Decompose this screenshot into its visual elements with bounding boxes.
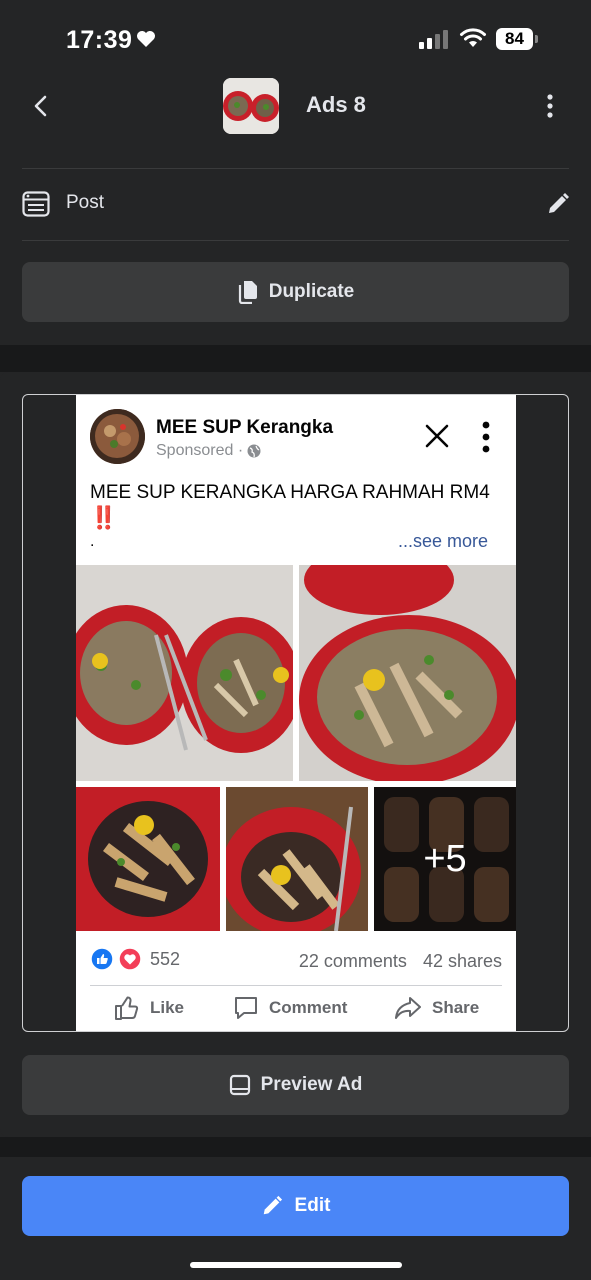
status-time: 17:39 — [66, 26, 133, 54]
comment-label: Comment — [269, 998, 348, 1017]
edit-button[interactable]: Edit — [22, 1176, 569, 1236]
avatar — [90, 409, 145, 464]
divider — [22, 240, 569, 241]
post-row[interactable]: Post — [0, 168, 591, 240]
signal-icon — [419, 30, 448, 49]
back-chevron-icon[interactable] — [28, 92, 56, 120]
more-vertical-icon[interactable] — [540, 92, 560, 120]
share-action[interactable]: Share — [394, 995, 479, 1021]
more-photos-tile[interactable]: +5 — [374, 787, 516, 931]
globe-icon — [247, 444, 261, 458]
ad-thumbnail — [223, 78, 279, 134]
heart-icon — [137, 31, 155, 47]
home-indicator[interactable] — [190, 1262, 402, 1268]
like-label: Like — [150, 998, 185, 1017]
close-icon[interactable] — [424, 423, 450, 449]
emoji: ‼️ — [90, 505, 117, 530]
love-icon — [118, 947, 142, 971]
like-icon — [90, 947, 114, 971]
wifi-icon — [460, 28, 486, 47]
reaction-count: 552 — [150, 948, 181, 969]
comments-count[interactable]: 22 comments — [299, 951, 407, 972]
preview-ad-button[interactable]: Preview Ad — [22, 1055, 569, 1115]
sponsored-label: Sponsored · — [156, 442, 261, 460]
battery-level: 84 — [496, 28, 533, 50]
post-icon — [22, 191, 50, 217]
advertiser-name: MEE SUP Kerangka — [156, 417, 334, 438]
more-vertical-icon[interactable] — [481, 421, 491, 453]
comment-icon — [235, 997, 257, 1019]
thumbs-up-icon — [115, 996, 139, 1020]
header: Ads 8 — [0, 70, 591, 142]
comment-action[interactable]: Comment — [233, 995, 347, 1021]
more-photos-count: +5 — [374, 787, 516, 931]
food-photo[interactable] — [76, 565, 293, 781]
duplicate-label: Duplicate — [268, 281, 355, 302]
food-photo[interactable] — [299, 565, 516, 781]
section-separator — [0, 345, 591, 372]
facebook-post-preview: MEE SUP Kerangka Sponsored · MEE SUP KER… — [76, 395, 516, 1031]
preview-icon — [229, 1074, 250, 1096]
divider — [90, 985, 502, 986]
engagement-stats: 22 comments 42 shares — [299, 951, 502, 972]
see-more-link[interactable]: ...see more — [398, 531, 488, 552]
section-separator — [0, 1137, 591, 1157]
reactions-summary[interactable]: 552 — [90, 947, 180, 971]
edit-label: Edit — [294, 1195, 331, 1216]
edit-icon — [263, 1195, 282, 1215]
ad-primary-text: MEE SUP KERANGKA HARGA RAHMAH RM4 — [90, 482, 490, 503]
share-label: Share — [432, 998, 480, 1017]
shares-count[interactable]: 42 shares — [423, 951, 502, 972]
pencil-icon[interactable] — [546, 192, 570, 216]
duplicate-button[interactable]: Duplicate — [22, 262, 569, 322]
share-icon — [395, 997, 421, 1019]
like-action[interactable]: Like — [114, 995, 184, 1021]
status-bar: 17:39 84 — [0, 0, 591, 70]
duplicate-icon — [238, 281, 257, 304]
food-photo[interactable] — [76, 787, 220, 931]
preview-ad-label: Preview Ad — [260, 1074, 363, 1095]
sponsored-text: Sponsored · — [156, 442, 244, 459]
page-title: Ads 8 — [306, 92, 366, 117]
food-photo[interactable] — [226, 787, 368, 931]
post-label: Post — [66, 192, 105, 213]
ad-preview-frame: MEE SUP Kerangka Sponsored · MEE SUP KER… — [22, 394, 569, 1032]
text-dot: . — [90, 533, 95, 550]
battery-icon: 84 — [496, 28, 538, 50]
